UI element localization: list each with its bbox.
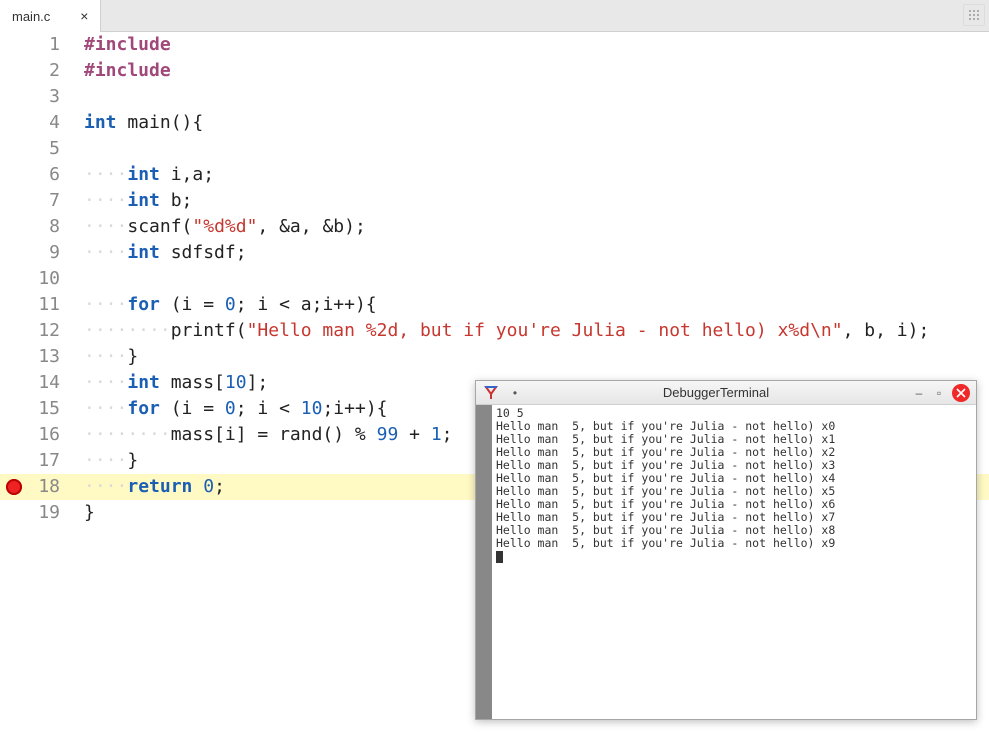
terminal-app-icon: [482, 384, 500, 402]
close-icon[interactable]: [952, 384, 970, 402]
line-number: 18: [0, 474, 68, 500]
drag-handle-icon[interactable]: [963, 4, 985, 26]
code-line[interactable]: ····int i,a;: [68, 162, 989, 188]
line-number: 12: [0, 318, 68, 344]
terminal-output[interactable]: 10 5 Hello man 5, but if you're Julia - …: [492, 405, 976, 719]
code-line[interactable]: [68, 266, 989, 292]
terminal-body: 10 5 Hello man 5, but if you're Julia - …: [476, 405, 976, 719]
gutter: 12345678910111213141516171819: [0, 32, 68, 733]
terminal-dot-icon: •: [506, 384, 524, 402]
line-number: 8: [0, 214, 68, 240]
line-number: 16: [0, 422, 68, 448]
terminal-window[interactable]: • DebuggerTerminal – ▫ 10 5 Hello man 5,…: [475, 380, 977, 720]
line-number: 19: [0, 500, 68, 526]
minimize-icon[interactable]: –: [910, 384, 928, 402]
code-line[interactable]: ····int sdfsdf;: [68, 240, 989, 266]
line-number: 13: [0, 344, 68, 370]
code-line[interactable]: ········printf("Hello man %2d, but if yo…: [68, 318, 989, 344]
line-number: 2: [0, 58, 68, 84]
line-number: 1: [0, 32, 68, 58]
code-line[interactable]: ····}: [68, 344, 989, 370]
terminal-title: DebuggerTerminal: [524, 385, 908, 400]
line-number: 4: [0, 110, 68, 136]
code-line[interactable]: ····for (i = 0; i < a;i++){: [68, 292, 989, 318]
line-number: 9: [0, 240, 68, 266]
code-line[interactable]: int main(){: [68, 110, 989, 136]
code-line[interactable]: #include: [68, 58, 989, 84]
code-line[interactable]: [68, 136, 989, 162]
line-number: 3: [0, 84, 68, 110]
tab-label: main.c: [12, 9, 50, 24]
line-number: 7: [0, 188, 68, 214]
code-line[interactable]: ····scanf("%d%d", &a, &b);: [68, 214, 989, 240]
line-number: 17: [0, 448, 68, 474]
code-line[interactable]: ····int b;: [68, 188, 989, 214]
terminal-titlebar[interactable]: • DebuggerTerminal – ▫: [476, 381, 976, 405]
tab-main-c[interactable]: main.c ×: [0, 0, 101, 32]
tab-bar: main.c ×: [0, 0, 989, 32]
line-number: 6: [0, 162, 68, 188]
breakpoint-icon[interactable]: [6, 479, 22, 495]
line-number: 5: [0, 136, 68, 162]
line-number: 10: [0, 266, 68, 292]
close-icon[interactable]: ×: [80, 8, 88, 24]
line-number: 15: [0, 396, 68, 422]
code-line[interactable]: #include: [68, 32, 989, 58]
code-line[interactable]: [68, 84, 989, 110]
maximize-icon[interactable]: ▫: [930, 384, 948, 402]
line-number: 11: [0, 292, 68, 318]
line-number: 14: [0, 370, 68, 396]
terminal-cursor: [496, 551, 503, 563]
terminal-scrollbar[interactable]: [476, 405, 492, 719]
